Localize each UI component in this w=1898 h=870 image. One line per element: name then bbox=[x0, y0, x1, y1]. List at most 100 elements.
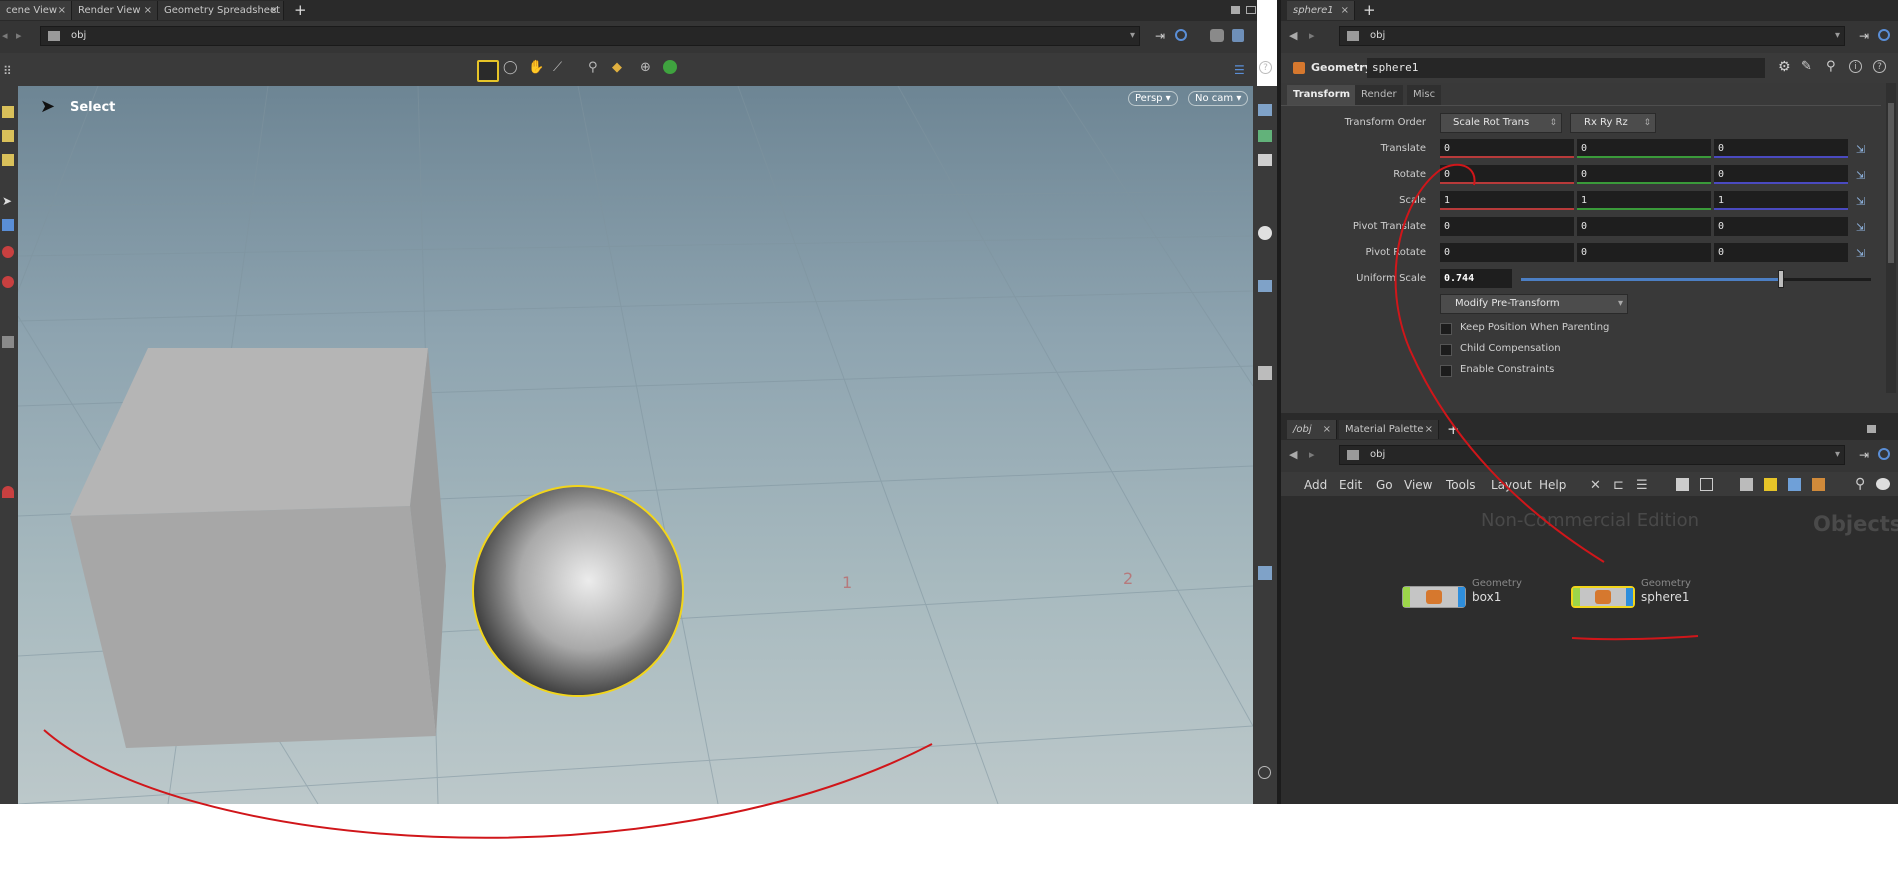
tab-scene-view[interactable]: cene View × bbox=[0, 1, 72, 20]
grid-icon[interactable] bbox=[1676, 478, 1689, 491]
lock-icon[interactable] bbox=[1258, 154, 1272, 166]
slider-knob[interactable] bbox=[1778, 270, 1785, 288]
lock-tool-icon[interactable] bbox=[2, 219, 14, 231]
search-icon[interactable]: ⚲ bbox=[1855, 476, 1865, 492]
path-field[interactable]: obj ▾ bbox=[1339, 26, 1845, 46]
help-icon[interactable]: ? bbox=[1259, 61, 1272, 74]
list-icon[interactable]: ☰ bbox=[1636, 478, 1648, 493]
handle-icon[interactable]: ⇲ bbox=[1856, 169, 1865, 182]
handle-icon[interactable]: ⇲ bbox=[1856, 247, 1865, 260]
tree-icon[interactable]: ⊏ bbox=[1613, 478, 1624, 493]
subtab-misc[interactable]: Misc bbox=[1407, 85, 1442, 105]
forward-arrow-icon[interactable]: ▸ bbox=[1309, 448, 1315, 461]
green-mode-icon[interactable] bbox=[663, 60, 677, 74]
menu-tools[interactable]: Tools bbox=[1446, 478, 1476, 492]
scene-viewport[interactable]: 1 2 ➤ Select Persp ▾ No cam ▾ bbox=[18, 86, 1253, 804]
subtab-transform[interactable]: Transform bbox=[1287, 85, 1357, 105]
link-icon[interactable] bbox=[1878, 29, 1890, 41]
pin-icon[interactable]: ⇥ bbox=[1155, 29, 1165, 43]
node-name-field[interactable]: sphere1 bbox=[1367, 58, 1765, 78]
rotate-z-field[interactable]: 0 bbox=[1714, 165, 1848, 184]
menu-go[interactable]: Go bbox=[1376, 478, 1393, 492]
maximize-icon[interactable] bbox=[1231, 6, 1240, 14]
image-icon[interactable] bbox=[1788, 478, 1801, 491]
handle-icon[interactable]: ⇲ bbox=[1856, 143, 1865, 156]
path-field[interactable]: obj ▾ bbox=[1339, 445, 1845, 465]
render-flag[interactable] bbox=[1626, 588, 1633, 606]
forward-arrow-icon[interactable]: ▸ bbox=[1309, 29, 1315, 42]
tab-obj[interactable]: /obj × bbox=[1287, 420, 1337, 439]
add-tab-button[interactable]: + bbox=[1363, 0, 1376, 21]
path-field[interactable]: obj ▾ bbox=[40, 26, 1140, 46]
ghost-icon[interactable] bbox=[1258, 130, 1272, 142]
forward-arrow-icon[interactable]: ▸ bbox=[16, 29, 22, 42]
persp-button[interactable]: Persp ▾ bbox=[1128, 91, 1178, 106]
node-body[interactable] bbox=[1402, 586, 1466, 608]
tab-render-view[interactable]: Render View × bbox=[72, 1, 158, 20]
tab-material-palette[interactable]: Material Palette × bbox=[1339, 420, 1439, 439]
select-groups-icon[interactable]: ⚲ bbox=[588, 60, 606, 78]
modify-pre-transform-menu[interactable]: Modify Pre-Transform ▾ bbox=[1440, 294, 1628, 314]
add-tab-button[interactable]: + bbox=[1447, 419, 1460, 440]
lasso-select-icon[interactable]: ◯ bbox=[503, 60, 521, 78]
translate-y-field[interactable]: 0 bbox=[1577, 139, 1711, 158]
search-icon[interactable]: ⚲ bbox=[1826, 59, 1836, 74]
laser-select-icon[interactable]: ⟋ bbox=[553, 60, 571, 78]
network-canvas[interactable]: Non-Commercial Edition Objects Geometry … bbox=[1281, 496, 1898, 804]
brush-select-icon[interactable]: ✋ bbox=[528, 60, 546, 78]
scale-y-field[interactable]: 1 bbox=[1577, 191, 1711, 210]
menu-help[interactable]: Help bbox=[1539, 478, 1566, 492]
uniform-scale-slider[interactable] bbox=[1521, 270, 1871, 288]
pivot-translate-z-field[interactable]: 0 bbox=[1714, 217, 1848, 236]
menu-edit[interactable]: Edit bbox=[1339, 478, 1362, 492]
handle-tool-icon[interactable] bbox=[2, 336, 14, 348]
transform-order-menu[interactable]: Scale Rot Trans ⇕ bbox=[1440, 113, 1562, 133]
render-flag[interactable] bbox=[1458, 587, 1465, 607]
handle-icon[interactable]: ⇲ bbox=[1856, 221, 1865, 234]
maximize-icon[interactable] bbox=[1867, 425, 1876, 433]
eye-icon[interactable] bbox=[1876, 478, 1890, 490]
param-scrollbar[interactable] bbox=[1886, 83, 1896, 393]
pane-menu-icon[interactable] bbox=[1246, 6, 1256, 14]
node-sphere1[interactable]: Geometry sphere1 bbox=[1571, 578, 1691, 618]
back-arrow-icon[interactable]: ◂ bbox=[2, 29, 8, 42]
select-visible-icon[interactable]: ◆ bbox=[612, 60, 630, 78]
back-arrow-icon[interactable]: ◀ bbox=[1289, 29, 1297, 42]
translate-x-field[interactable]: 0 bbox=[1440, 139, 1574, 158]
box-select-icon[interactable] bbox=[477, 60, 499, 82]
close-icon[interactable]: × bbox=[1341, 1, 1349, 20]
help-icon[interactable]: ? bbox=[1873, 60, 1886, 73]
close-icon[interactable]: × bbox=[144, 1, 152, 20]
close-icon[interactable]: × bbox=[270, 1, 278, 20]
tab-geometry-spreadsheet[interactable]: Geometry Spreadsheet × bbox=[158, 1, 284, 20]
info-icon[interactable] bbox=[1258, 766, 1271, 779]
rotate-x-field[interactable]: 0 bbox=[1440, 165, 1574, 184]
rotate-order-menu[interactable]: Rx Ry Rz ⇕ bbox=[1570, 113, 1656, 133]
scroll-thumb[interactable] bbox=[1888, 103, 1894, 263]
camera-icon[interactable] bbox=[1232, 29, 1244, 42]
pin-icon[interactable]: ⇥ bbox=[1859, 448, 1869, 462]
render-icon[interactable] bbox=[1210, 29, 1224, 42]
close-icon[interactable]: × bbox=[58, 1, 66, 20]
display-flag[interactable] bbox=[1403, 587, 1410, 607]
rotate-y-field[interactable]: 0 bbox=[1577, 165, 1711, 184]
handle-icon[interactable] bbox=[1258, 366, 1272, 380]
sticky-note-icon[interactable] bbox=[1740, 478, 1753, 491]
link-icon[interactable] bbox=[1878, 448, 1890, 460]
close-icon[interactable]: × bbox=[1323, 420, 1331, 439]
node-body[interactable] bbox=[1571, 586, 1635, 608]
box-icon[interactable] bbox=[1812, 478, 1825, 491]
red-tool-icon[interactable] bbox=[2, 276, 14, 288]
scale-x-field[interactable]: 1 bbox=[1440, 191, 1574, 210]
display-flag[interactable] bbox=[1573, 588, 1580, 606]
camera-view-icon[interactable] bbox=[1258, 280, 1272, 292]
menu-add[interactable]: Add bbox=[1304, 478, 1327, 492]
close-icon[interactable]: × bbox=[1425, 420, 1433, 439]
paint-tool-icon[interactable] bbox=[2, 154, 14, 166]
red-tool-icon[interactable] bbox=[2, 246, 14, 258]
info-icon[interactable]: i bbox=[1849, 60, 1862, 73]
light-icon[interactable] bbox=[1258, 226, 1272, 240]
node-box1[interactable]: Geometry box1 bbox=[1402, 578, 1522, 618]
display-icon[interactable] bbox=[1258, 566, 1272, 580]
tab-sphere1[interactable]: sphere1 × bbox=[1287, 1, 1355, 20]
